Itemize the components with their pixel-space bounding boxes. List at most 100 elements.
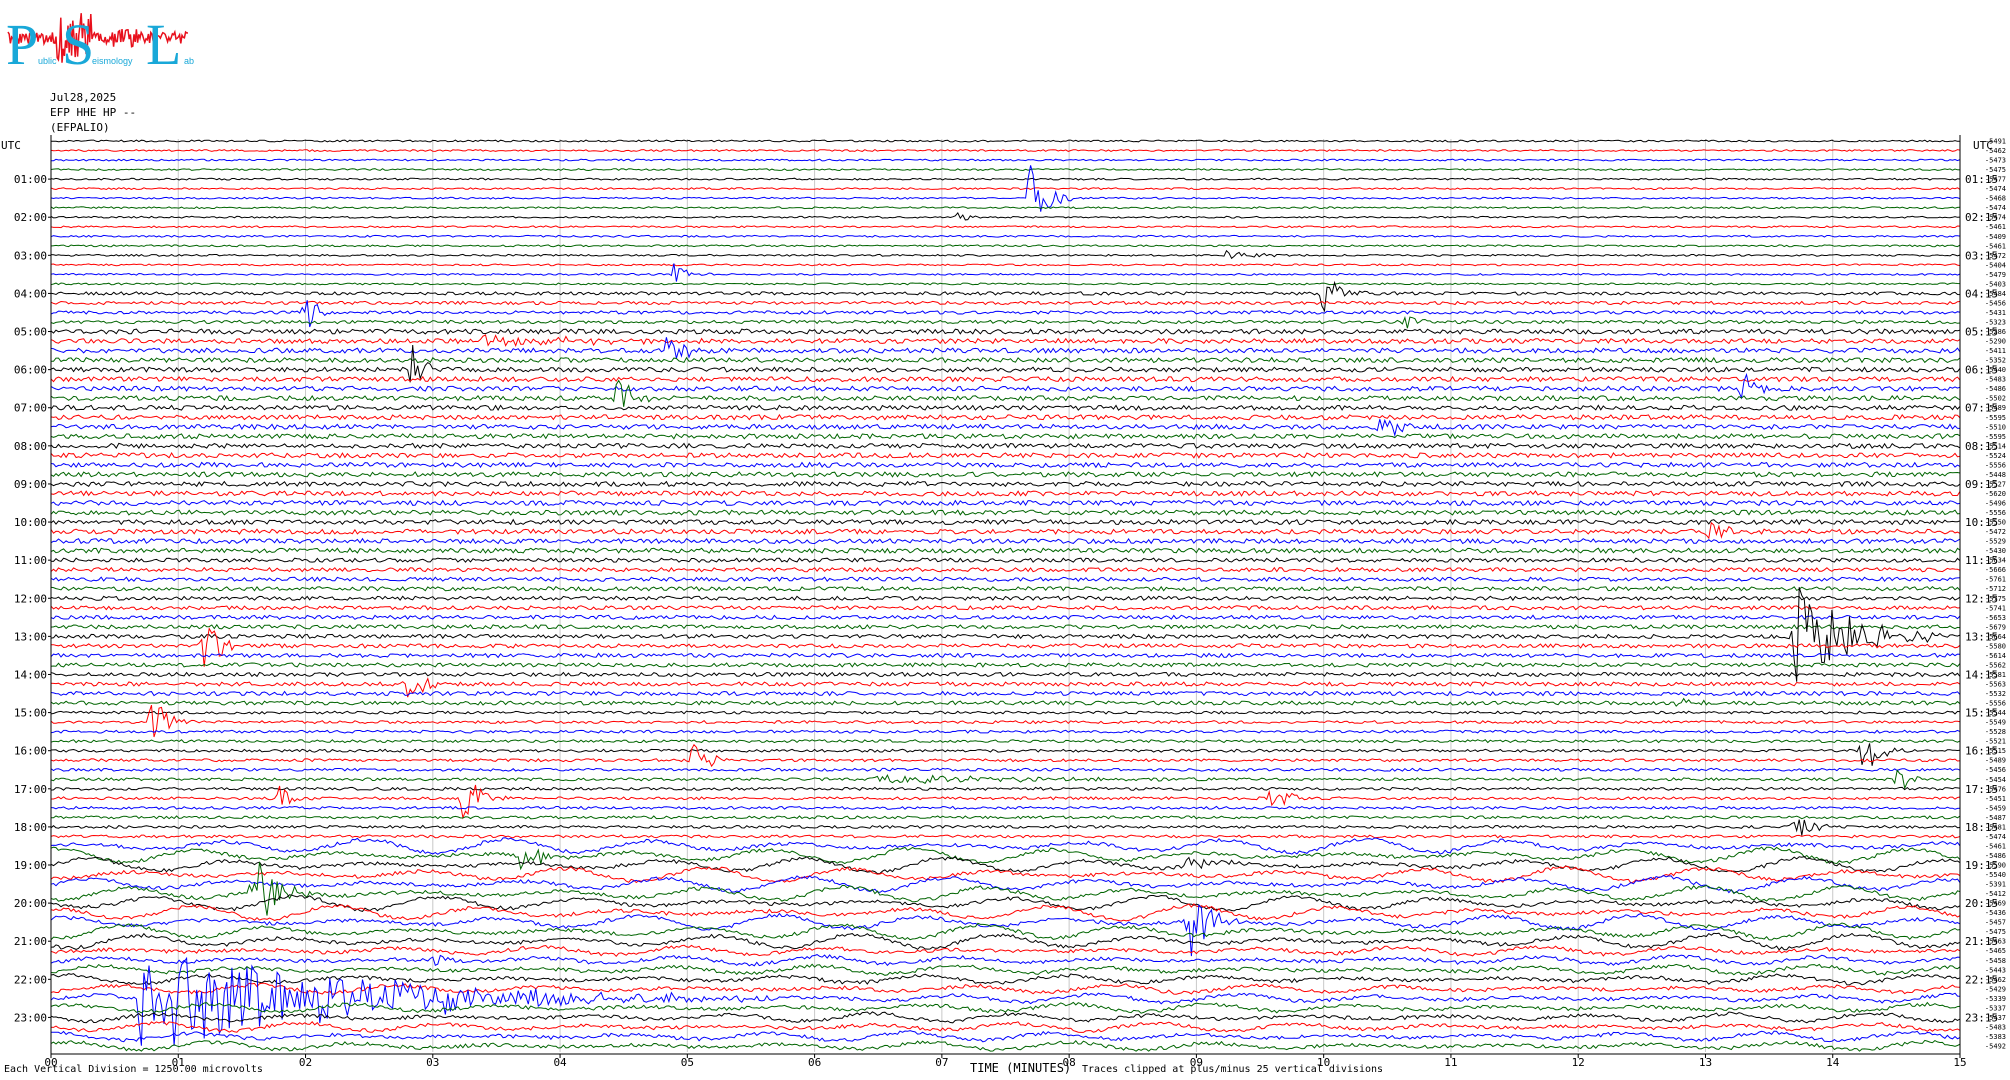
trace-offset-label: -5712 (1985, 585, 2006, 593)
seismogram-trace (50, 316, 1961, 329)
seismogram-trace (50, 805, 1961, 810)
trace-offset-label: -5451 (1985, 795, 2006, 803)
trace-offset-label: -5411 (1985, 347, 2006, 355)
trace-offset-label: -5469 (1985, 900, 2006, 908)
trace-offset-label: -5462 (1985, 147, 2006, 155)
left-hour-label: 11:00 (14, 554, 47, 567)
trace-offset-label: -5666 (1985, 566, 2006, 574)
x-tick-label: 04 (553, 1056, 567, 1069)
trace-offset-label: -5489 (1985, 757, 2006, 765)
seismogram-trace (51, 932, 1961, 951)
seismogram-trace (50, 433, 1961, 440)
left-hour-label: 21:00 (14, 935, 47, 948)
trace-offset-label: -5556 (1985, 700, 2006, 708)
seismogram-trace (50, 903, 1961, 922)
trace-offset-label: -5581 (1985, 671, 2006, 679)
seismogram-trace (50, 1001, 1961, 1014)
seismogram-trace (50, 206, 1961, 210)
seismogram-trace (50, 729, 1961, 734)
trace-offset-label: -5556 (1985, 461, 2006, 469)
trace-offset-label: -5595 (1985, 414, 2006, 422)
trace-offset-label: -5475 (1985, 928, 2006, 936)
seismogram-trace (50, 177, 1961, 181)
seismogram-trace (50, 404, 1961, 412)
seismogram-trace (50, 334, 1961, 347)
seismogram-trace (50, 576, 1961, 583)
trace-offset-label: -5383 (1985, 1033, 2006, 1041)
trace-offset-label: -5483 (1985, 376, 2006, 384)
trace-offset-label: -5463 (1985, 938, 2006, 946)
x-tick-label: 05 (681, 1056, 694, 1069)
trace-offset-label: -5440 (1985, 366, 2006, 374)
trace-offset-label: -5761 (1985, 576, 2006, 584)
trace-offset-label: -5653 (1985, 614, 2006, 622)
seismogram-trace (50, 509, 1961, 516)
trace-offset-label: -5562 (1985, 661, 2006, 669)
seismogram-trace (50, 587, 1961, 682)
trace-offset-label: -5527 (1985, 480, 2006, 488)
left-hour-label: 13:00 (14, 630, 47, 643)
left-hour-label: 23:00 (14, 1011, 47, 1024)
trace-offset-label: -5532 (1985, 690, 2006, 698)
trace-offset-label: -5510 (1985, 423, 2006, 431)
seismogram-trace (50, 518, 1961, 526)
trace-offset-label: -5472 (1985, 528, 2006, 536)
seismogram-trace (50, 627, 1961, 667)
seismogram-trace (50, 815, 1961, 820)
trace-offset-label: -5474 (1985, 185, 2006, 193)
seismogram-trace (50, 743, 1961, 766)
trace-offset-label: -5286 (1985, 328, 2006, 336)
seismogram-trace (50, 480, 1961, 488)
seismogram-trace (50, 743, 1961, 768)
seismogram-trace (50, 585, 1961, 592)
seismogram-trace (50, 413, 1961, 421)
trace-offset-label: -5459 (1985, 804, 2006, 812)
left-axis-title: UTC (1, 139, 21, 152)
trace-offset-label: -5496 (1985, 500, 2006, 508)
x-axis-title: TIME (MINUTES) (970, 1061, 1072, 1075)
x-tick-label: 02 (299, 1056, 312, 1069)
seismogram-trace (50, 662, 1961, 668)
seismogram-trace (50, 769, 1961, 790)
seismogram-trace (50, 1011, 1961, 1024)
seismogram-trace (50, 697, 1961, 707)
seismogram-trace (50, 604, 1961, 611)
seismogram-trace (50, 786, 1961, 791)
left-hour-label: 08:00 (14, 440, 47, 453)
trace-offset-label: -5491 (1985, 138, 2006, 146)
left-hour-label: 02:00 (14, 211, 47, 224)
trace-offset-label: -5502 (1985, 395, 2006, 403)
seismogram-trace (50, 874, 1961, 894)
x-tick-label: 15 (1953, 1056, 1966, 1069)
seismogram-trace (50, 149, 1961, 152)
trace-offset-label: -5540 (1985, 871, 2006, 879)
seismogram-trace (50, 982, 1961, 995)
trace-offset-label: -5487 (1985, 814, 2006, 822)
seismogram-trace (50, 963, 1961, 976)
seismogram-trace (50, 547, 1961, 555)
trace-offset-label: -5481 (1985, 823, 2006, 831)
trace-offset-label: -5404 (1985, 261, 2006, 269)
trace-offset-label: -5614 (1985, 652, 2006, 660)
trace-offset-label: -5339 (1985, 995, 2006, 1003)
trace-offset-label: -5479 (1985, 271, 2006, 279)
left-hour-label: 05:00 (14, 326, 47, 339)
trace-offset-label: -5474 (1985, 214, 2006, 222)
seismogram-trace (50, 234, 1961, 238)
trace-offset-label: -5521 (1985, 738, 2006, 746)
seismogram-trace (50, 263, 1961, 267)
trace-offset-label: -5461 (1985, 223, 2006, 231)
seismogram-trace (50, 846, 1961, 871)
left-hour-label: 16:00 (14, 745, 47, 758)
left-hour-label: 04:00 (14, 287, 47, 300)
trace-offset-label: -5462 (1985, 976, 2006, 984)
trace-offset-label: -5679 (1985, 623, 2006, 631)
trace-offset-label: -5515 (1985, 747, 2006, 755)
seismogram-trace (50, 739, 1961, 744)
helicorder-chart: UTC UTC01:0002:0003:0004:0005:0006:0007:0… (1, 135, 2006, 1069)
seismogram-trace (50, 418, 1961, 438)
seismogram-trace (50, 690, 1961, 697)
trace-offset-label: -5456 (1985, 299, 2006, 307)
seismogram-trace (50, 168, 1961, 172)
trace-offset-label: -5456 (1985, 766, 2006, 774)
